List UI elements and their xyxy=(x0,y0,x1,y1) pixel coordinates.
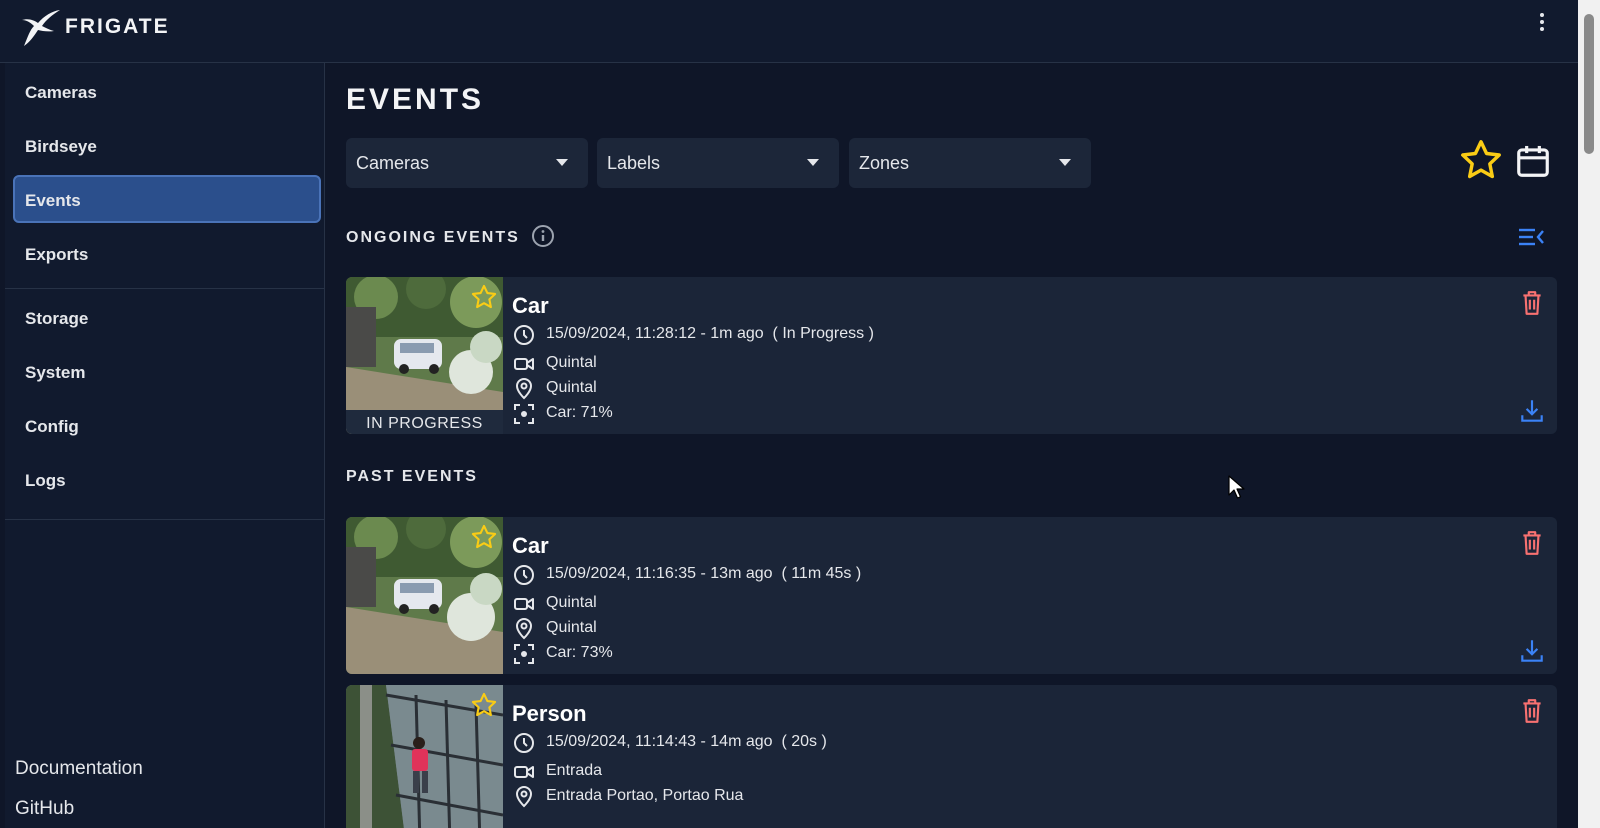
sidebar-item-cameras[interactable]: Cameras xyxy=(13,67,321,115)
event-snapshot[interactable] xyxy=(346,517,503,674)
sidebar-item-logs[interactable]: Logs xyxy=(13,455,321,503)
sidebar-divider xyxy=(5,519,325,520)
frigate-logo-icon[interactable] xyxy=(20,6,62,50)
clock-icon xyxy=(514,733,534,753)
zones-filter-dropdown[interactable]: Zones xyxy=(849,138,1091,188)
event-time: 15/09/2024, 11:16:35 - 13m ago ( 11m 45s… xyxy=(546,565,862,582)
trash-icon[interactable] xyxy=(1519,697,1545,725)
page-scrollbar[interactable] xyxy=(1578,0,1600,828)
download-icon[interactable] xyxy=(1519,637,1545,665)
kebab-menu-icon[interactable] xyxy=(1530,10,1554,34)
chevron-down-icon xyxy=(1059,159,1071,166)
location-pin-icon xyxy=(515,618,533,640)
event-zones: Quintal xyxy=(546,619,597,636)
star-icon[interactable] xyxy=(470,283,498,311)
clock-icon xyxy=(514,325,534,345)
trash-icon[interactable] xyxy=(1519,529,1545,557)
calendar-icon[interactable] xyxy=(1514,142,1552,180)
labels-filter-label: Labels xyxy=(607,153,661,173)
event-score: Car: 71% xyxy=(546,404,613,421)
event-zones: Quintal xyxy=(546,379,597,396)
documentation-link[interactable]: Documentation xyxy=(15,758,143,780)
star-icon[interactable] xyxy=(1458,137,1504,183)
labels-filter-dropdown[interactable]: Labels xyxy=(597,138,839,188)
event-time: 15/09/2024, 11:28:12 - 1m ago ( In Progr… xyxy=(546,325,874,342)
sidebar: Cameras Birdseye Events Exports Storage … xyxy=(5,63,325,828)
event-snapshot[interactable] xyxy=(346,685,503,828)
event-card[interactable]: Person 15/09/2024, 11:14:43 - 14m ago ( … xyxy=(346,685,1557,828)
event-camera: Quintal xyxy=(546,354,597,371)
camera-icon xyxy=(514,358,534,370)
chevron-down-icon xyxy=(807,159,819,166)
event-camera: Entrada xyxy=(546,762,603,779)
event-score: Car: 73% xyxy=(546,644,613,661)
collapse-list-icon[interactable] xyxy=(1516,224,1546,250)
event-card[interactable]: IN PROGRESS Car 15/09/2024, 11:28:12 - 1… xyxy=(346,277,1557,434)
location-pin-icon xyxy=(515,786,533,808)
sidebar-item-config[interactable]: Config xyxy=(13,401,321,449)
camera-icon xyxy=(514,598,534,610)
event-card[interactable]: Car 15/09/2024, 11:16:35 - 13m ago ( 11m… xyxy=(346,517,1557,674)
in-progress-badge: IN PROGRESS xyxy=(346,410,503,434)
star-icon[interactable] xyxy=(470,523,498,551)
cameras-filter-dropdown[interactable]: Cameras xyxy=(346,138,588,188)
brand-name[interactable]: FRIGATE xyxy=(65,15,170,39)
event-zones: Entrada Portao, Portao Rua xyxy=(546,787,744,804)
sidebar-item-birdseye[interactable]: Birdseye xyxy=(13,121,321,169)
location-pin-icon xyxy=(515,378,533,400)
star-icon[interactable] xyxy=(470,691,498,719)
chevron-down-icon xyxy=(556,159,568,166)
clock-icon xyxy=(514,565,534,585)
page-title: EVENTS xyxy=(346,83,485,116)
object-detect-icon xyxy=(514,644,534,664)
event-label: Car xyxy=(512,533,549,558)
sidebar-item-exports[interactable]: Exports xyxy=(13,229,321,277)
top-bar: FRIGATE xyxy=(0,0,1578,63)
event-time: 15/09/2024, 11:14:43 - 14m ago ( 20s ) xyxy=(546,733,827,750)
sidebar-divider xyxy=(5,288,325,289)
event-camera: Quintal xyxy=(546,594,597,611)
trash-icon[interactable] xyxy=(1519,289,1545,317)
github-link[interactable]: GitHub xyxy=(15,798,74,820)
object-detect-icon xyxy=(514,404,534,424)
event-label: Person xyxy=(512,701,587,726)
zones-filter-label: Zones xyxy=(859,153,910,173)
sidebar-item-storage[interactable]: Storage xyxy=(13,293,321,341)
main-content: EVENTS Cameras Labels Zones ONGOING EVEN… xyxy=(326,63,1578,828)
ongoing-events-title: ONGOING EVENTS xyxy=(346,229,520,246)
event-snapshot[interactable]: IN PROGRESS xyxy=(346,277,503,434)
scrollbar-thumb[interactable] xyxy=(1584,14,1594,154)
cameras-filter-label: Cameras xyxy=(356,153,430,173)
sidebar-item-events[interactable]: Events xyxy=(13,175,321,223)
past-events-title: PAST EVENTS xyxy=(346,468,478,485)
mouse-cursor-icon xyxy=(1228,475,1245,499)
download-icon[interactable] xyxy=(1519,397,1545,425)
event-label: Car xyxy=(512,293,549,318)
sidebar-item-system[interactable]: System xyxy=(13,347,321,395)
info-icon[interactable] xyxy=(531,224,555,248)
camera-icon xyxy=(514,766,534,778)
